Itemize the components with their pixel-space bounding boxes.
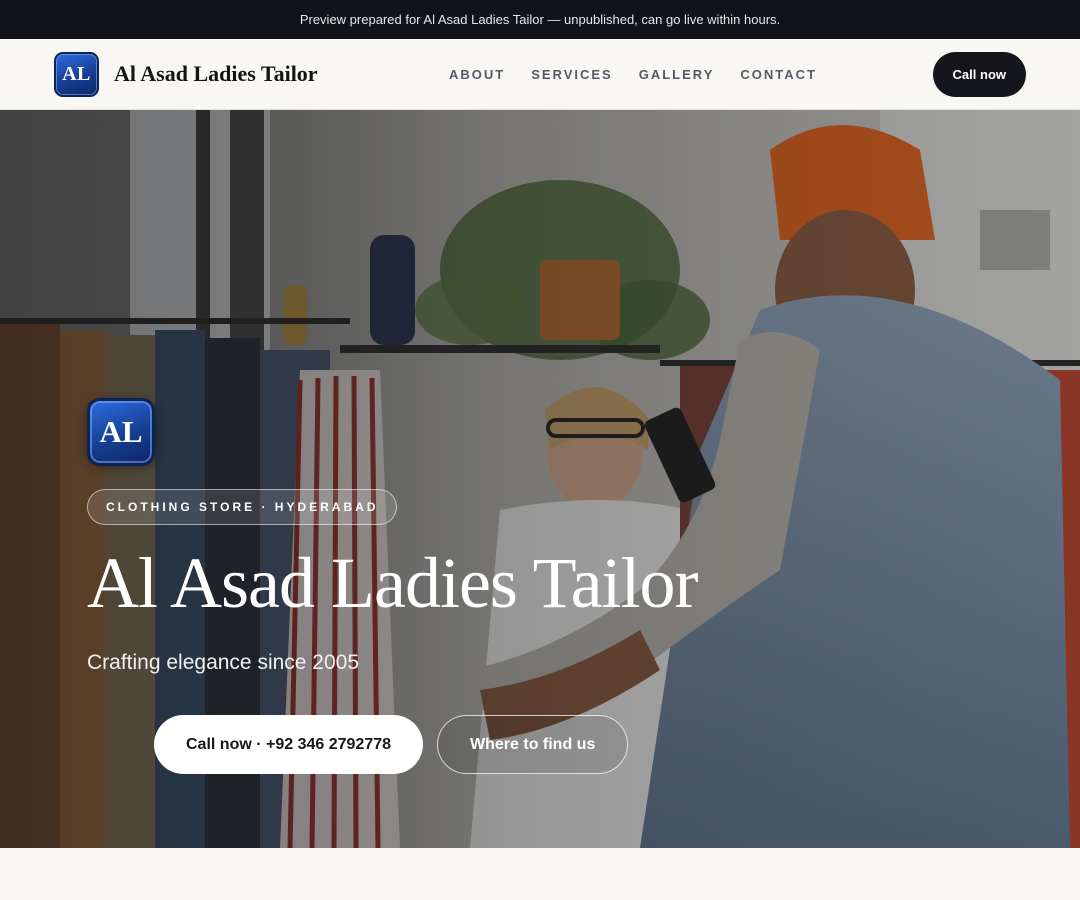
brand-logo-icon[interactable]: AL: [54, 51, 99, 97]
hero-actions: Call now · +92 346 2792778 Where to find…: [154, 715, 629, 774]
brand-logo-initials: AL: [62, 62, 91, 85]
nav-link-services[interactable]: SERVICES: [531, 67, 613, 82]
nav-link-about[interactable]: ABOUT: [449, 67, 505, 82]
top-navigation: AL Al Asad Ladies Tailor ABOUT SERVICES …: [0, 39, 1080, 110]
call-phone-button[interactable]: Call now · +92 346 2792778: [154, 715, 424, 774]
hero-title: Al Asad Ladies Tailor: [87, 543, 699, 623]
brand-name[interactable]: Al Asad Ladies Tailor: [114, 61, 318, 87]
call-now-button[interactable]: Call now: [932, 52, 1026, 97]
nav-link-gallery[interactable]: GALLERY: [639, 67, 715, 82]
nav-link-contact[interactable]: CONTACT: [740, 67, 817, 82]
hero-section: AL CLOTHING STORE · HYDERABAD Al Asad La…: [0, 110, 1080, 848]
category-location-badge: CLOTHING STORE · HYDERABAD: [87, 489, 398, 525]
preview-banner-text: Preview prepared for Al Asad Ladies Tail…: [299, 12, 781, 27]
hero-content: AL CLOTHING STORE · HYDERABAD Al Asad La…: [87, 398, 699, 675]
hero-logo-icon: AL: [87, 398, 155, 466]
preview-banner: Preview prepared for Al Asad Ladies Tail…: [0, 0, 1080, 39]
where-to-find-us-button[interactable]: Where to find us: [437, 715, 629, 774]
nav-links: ABOUT SERVICES GALLERY CONTACT: [449, 39, 817, 110]
hero-subtitle: Crafting elegance since 2005: [87, 651, 360, 674]
next-section: [0, 848, 1080, 900]
hero-logo-initials: AL: [99, 414, 143, 449]
